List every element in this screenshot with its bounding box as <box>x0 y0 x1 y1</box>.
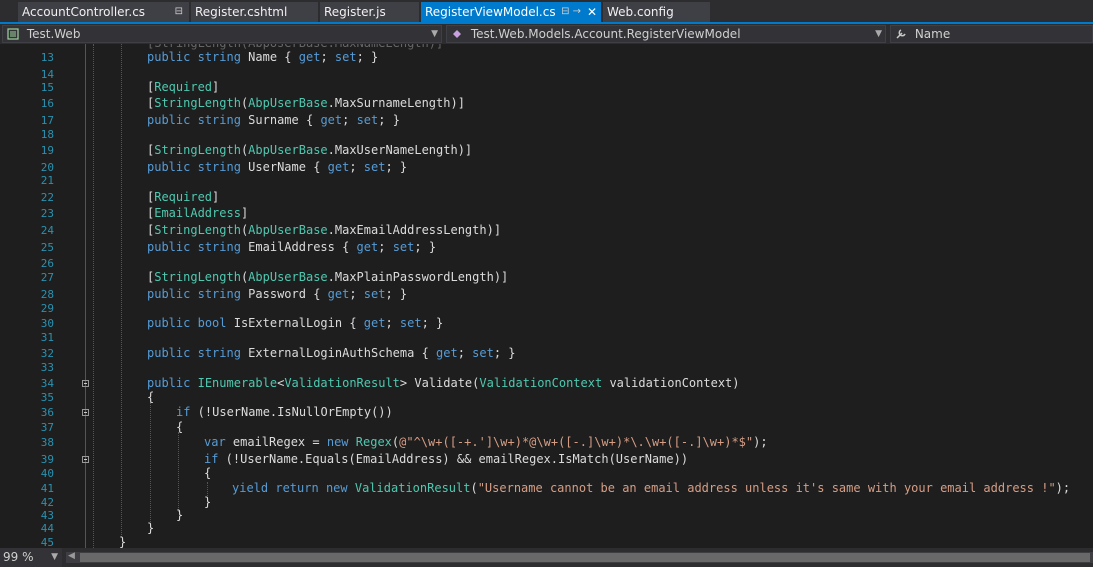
tab-register-view-model[interactable]: RegisterViewModel.cs ⊟ → ✕ <box>421 2 601 22</box>
line-number: 18 <box>40 128 54 141</box>
scroll-left-icon[interactable]: ◀ <box>68 551 75 561</box>
code-line: 15 [Required] <box>0 79 1093 96</box>
line-number: 15 <box>40 81 54 94</box>
editor-status-bar: 99 % ▼ ◀ <box>0 548 1093 567</box>
code-text: [StringLength(AbpUserBase.MaxUserNameLen… <box>147 143 473 157</box>
code-line: 33 <box>0 359 1093 376</box>
code-text: public string Name { get; set; } <box>147 50 379 64</box>
chevron-down-icon: ▼ <box>51 552 58 562</box>
code-editor[interactable]: [StringLength(AbpUserBase.MaxNameLength)… <box>0 44 1093 548</box>
code-text: [StringLength(AbpUserBase.MaxSurnameLeng… <box>147 96 465 110</box>
code-text: } <box>119 535 127 548</box>
close-icon[interactable]: ✕ <box>587 2 597 22</box>
collapse-icon[interactable] <box>82 409 89 416</box>
code-line: 18 <box>0 126 1093 143</box>
code-line: 19 [StringLength(AbpUserBase.MaxUserName… <box>0 142 1093 159</box>
property-wrench-icon <box>896 29 906 39</box>
tab-label: Web.config <box>607 5 674 19</box>
project-name: Test.Web <box>26 27 81 41</box>
tab-label: Register.cshtml <box>195 5 288 19</box>
code-text: var emailRegex = new Regex(@"^\w+([-+.']… <box>204 435 768 449</box>
code-text: [Required] <box>147 190 220 204</box>
tab-label: AccountController.cs <box>22 5 146 19</box>
document-tab-bar: AccountController.cs ⊟ Register.cshtml R… <box>0 0 1093 22</box>
chevron-down-icon: ▼ <box>431 29 438 39</box>
pin-icon[interactable]: ⊟ <box>175 2 183 22</box>
line-number: 25 <box>40 241 54 254</box>
code-text: [EmailAddress] <box>147 206 249 220</box>
member-name: Name <box>914 27 951 41</box>
code-text: public string EmailAddress { get; set; } <box>147 240 437 254</box>
code-line: 27 [StringLength(AbpUserBase.MaxPlainPas… <box>0 269 1093 286</box>
pin-icon[interactable]: ⊟ → <box>561 2 581 22</box>
zoom-dropdown[interactable]: 99 % ▼ <box>0 548 62 567</box>
type-dropdown[interactable]: Test.Web.Models.Account.RegisterViewMode… <box>446 25 886 43</box>
tab-label: RegisterViewModel.cs <box>425 5 556 19</box>
code-line: 23 [EmailAddress] <box>0 205 1093 222</box>
code-line: 13 public string Name { get; set; } <box>0 49 1093 66</box>
line-number: 24 <box>40 224 54 237</box>
chevron-down-icon: ▼ <box>875 29 882 39</box>
line-number: 38 <box>40 436 54 449</box>
csharp-project-icon <box>7 28 19 40</box>
line-number: 27 <box>40 271 54 284</box>
type-name: Test.Web.Models.Account.RegisterViewMode… <box>470 27 741 41</box>
collapse-icon[interactable] <box>82 380 89 387</box>
code-text: [StringLength(AbpUserBase.MaxPlainPasswo… <box>147 270 509 284</box>
code-line: 24 [StringLength(AbpUserBase.MaxEmailAdd… <box>0 222 1093 239</box>
line-number: 19 <box>40 144 54 157</box>
code-line: 45 } <box>0 534 1093 548</box>
code-line: 38 var emailRegex = new Regex(@"^\w+([-+… <box>0 434 1093 451</box>
zoom-level: 99 % <box>3 550 34 564</box>
line-number: 45 <box>40 536 54 548</box>
tab-register-js[interactable]: Register.js <box>320 2 419 22</box>
tab-register-cshtml[interactable]: Register.cshtml <box>191 2 318 22</box>
tab-web-config[interactable]: Web.config <box>603 2 710 22</box>
code-line: 25 public string EmailAddress { get; set… <box>0 239 1093 256</box>
code-text: [StringLength(AbpUserBase.MaxEmailAddres… <box>147 223 502 237</box>
line-number: 13 <box>40 51 54 64</box>
tab-account-controller[interactable]: AccountController.cs ⊟ <box>18 2 189 22</box>
code-text: [Required] <box>147 80 220 94</box>
code-line: 16 [StringLength(AbpUserBase.MaxSurnameL… <box>0 95 1093 112</box>
member-dropdown[interactable]: Name <box>890 25 1093 43</box>
line-number: 33 <box>40 361 54 374</box>
navigation-bar: Test.Web ▼ Test.Web.Models.Account.Regis… <box>0 24 1093 44</box>
scrollbar-thumb[interactable] <box>80 553 1090 562</box>
line-number: 31 <box>40 331 54 344</box>
class-icon <box>453 30 461 38</box>
collapse-icon[interactable] <box>82 456 89 463</box>
code-line: 22 [Required] <box>0 189 1093 206</box>
tab-label: Register.js <box>324 5 386 19</box>
line-number: 16 <box>40 97 54 110</box>
line-number: 23 <box>40 207 54 220</box>
code-line: 21 <box>0 172 1093 189</box>
project-dropdown[interactable]: Test.Web ▼ <box>2 25 442 43</box>
code-line: 31 <box>0 329 1093 346</box>
line-number: 21 <box>40 174 54 187</box>
line-number: 22 <box>40 191 54 204</box>
